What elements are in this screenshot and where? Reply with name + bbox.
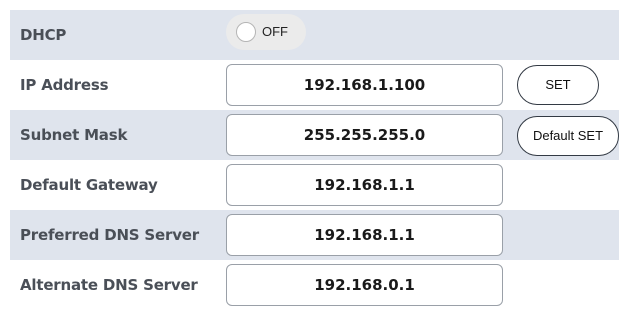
- dhcp-state-text: OFF: [262, 24, 288, 39]
- preferred-dns-label: Preferred DNS Server: [20, 226, 199, 244]
- preferred-dns-field[interactable]: 192.168.1.1: [226, 214, 503, 256]
- toggle-knob-icon: [236, 22, 256, 42]
- default-gateway-label: Default Gateway: [20, 176, 158, 194]
- alternate-dns-field[interactable]: 192.168.0.1: [226, 264, 503, 306]
- default-set-button[interactable]: Default SET: [517, 116, 619, 156]
- alternate-dns-label: Alternate DNS Server: [20, 276, 198, 294]
- subnet-mask-label: Subnet Mask: [20, 126, 128, 144]
- subnet-mask-field[interactable]: 255.255.255.0: [226, 114, 503, 156]
- default-gateway-row: Default Gateway 192.168.1.1: [10, 160, 619, 210]
- ip-address-label: IP Address: [20, 76, 109, 94]
- preferred-dns-row: Preferred DNS Server 192.168.1.1: [10, 210, 619, 260]
- dhcp-label: DHCP: [20, 26, 67, 44]
- alternate-dns-row: Alternate DNS Server 192.168.0.1: [10, 260, 619, 310]
- set-button[interactable]: SET: [517, 65, 599, 105]
- ip-address-field[interactable]: 192.168.1.100: [226, 64, 503, 106]
- dhcp-toggle[interactable]: OFF: [226, 14, 306, 50]
- network-settings-panel: DHCP OFF IP Address 192.168.1.100 Subnet…: [10, 10, 619, 316]
- dhcp-row: DHCP OFF: [10, 10, 619, 60]
- default-gateway-field[interactable]: 192.168.1.1: [226, 164, 503, 206]
